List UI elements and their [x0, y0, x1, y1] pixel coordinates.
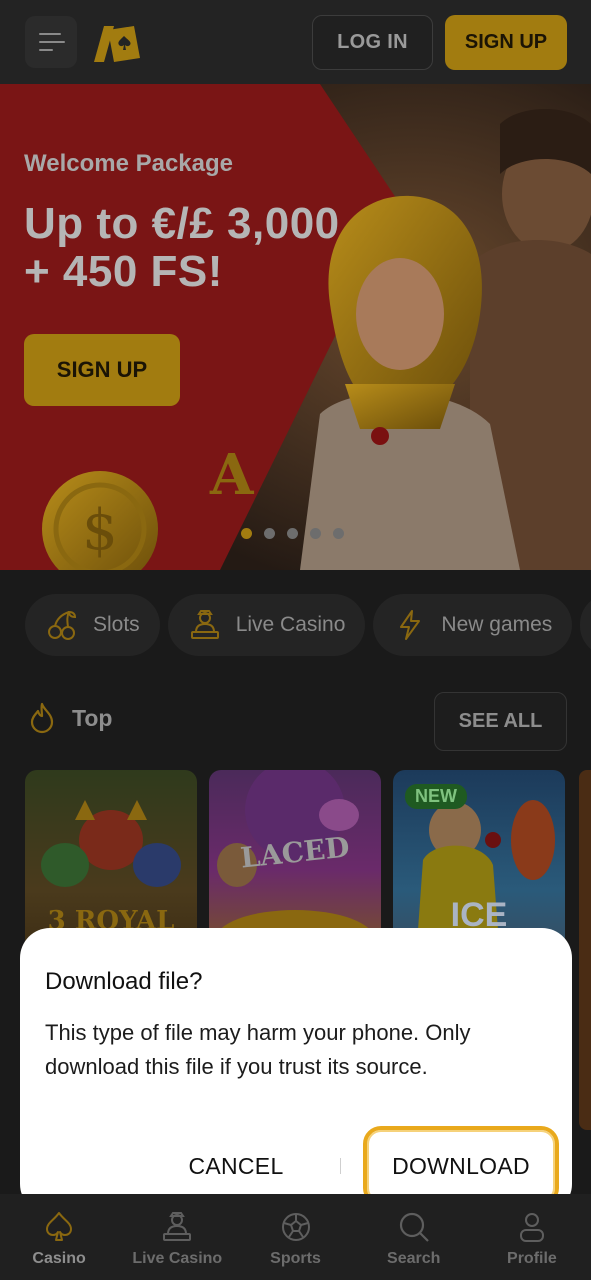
nav-profile[interactable]: Profile	[473, 1194, 591, 1280]
hero-signup-button[interactable]: SIGN UP	[24, 334, 180, 406]
app-root: LOG IN SIGN UP $ A Welcome Package Up to…	[0, 0, 591, 1280]
search-icon	[399, 1212, 429, 1242]
nav-label: Sports	[270, 1250, 321, 1267]
flame-icon	[30, 702, 54, 734]
chip-slots[interactable]: Slots	[25, 594, 160, 656]
carousel-dot[interactable]	[333, 528, 344, 539]
nav-label: Profile	[507, 1250, 557, 1267]
nav-label: Search	[387, 1250, 441, 1267]
hero-banner[interactable]: $ A Welcome Package Up to €/£ 3,000 + 45…	[0, 84, 591, 570]
chip-label: Live Casino	[235, 613, 346, 636]
hero-title-line: + 450 FS!	[24, 247, 223, 296]
carousel-dots	[241, 528, 344, 539]
dealer-icon	[163, 1212, 192, 1241]
svg-text:$: $	[82, 498, 118, 563]
dealer-icon	[190, 610, 219, 639]
carousel-dot[interactable]	[241, 528, 252, 539]
nav-label: Live Casino	[132, 1250, 223, 1267]
nav-live-casino[interactable]: Live Casino	[118, 1194, 236, 1280]
svg-text:A: A	[209, 442, 255, 508]
new-badge: NEW	[405, 784, 467, 809]
button-divider	[340, 1158, 341, 1174]
chip-live-casino[interactable]: Live Casino	[167, 594, 366, 656]
category-chips: Slots Live Casino New games	[25, 594, 591, 656]
section-title-text: Top	[72, 704, 113, 731]
cherries-icon	[48, 610, 77, 640]
soccer-ball-icon	[281, 1213, 310, 1241]
hero-subtitle: Welcome Package	[24, 150, 234, 177]
menu-line	[39, 33, 61, 35]
game-card-partial[interactable]	[579, 770, 591, 1130]
menu-line	[39, 49, 53, 51]
bottom-nav: Casino Live Casino Sports Search Profile	[0, 1194, 591, 1280]
spade-icon	[46, 1212, 73, 1241]
lightning-icon	[400, 610, 421, 640]
nav-search[interactable]: Search	[355, 1194, 473, 1280]
chip-more[interactable]	[580, 594, 591, 656]
hero-title-line: Up to €/£ 3,000	[24, 199, 340, 248]
login-button[interactable]: LOG IN	[312, 15, 433, 70]
menu-button[interactable]	[25, 16, 77, 68]
menu-line	[39, 41, 65, 43]
brand-logo-icon[interactable]	[90, 22, 142, 66]
chip-label: Slots	[93, 613, 140, 636]
carousel-dot[interactable]	[310, 528, 321, 539]
carousel-dot[interactable]	[264, 528, 275, 539]
see-all-button[interactable]: SEE ALL	[434, 692, 567, 751]
nav-casino[interactable]: Casino	[0, 1194, 118, 1280]
carousel-dot[interactable]	[287, 528, 298, 539]
hero-title: Up to €/£ 3,000 + 450 FS!	[24, 200, 340, 296]
cancel-button[interactable]: CANCEL	[165, 1136, 307, 1196]
chip-new-games[interactable]: New games	[373, 594, 573, 656]
top-header: LOG IN SIGN UP	[0, 0, 591, 84]
signup-button-header[interactable]: SIGN UP	[445, 15, 567, 70]
download-dialog: Download file? This type of file may har…	[20, 928, 572, 1214]
nav-sports[interactable]: Sports	[236, 1194, 354, 1280]
dialog-message: This type of file may harm your phone. O…	[45, 1020, 471, 1079]
profile-icon	[519, 1213, 544, 1242]
nav-label: Casino	[32, 1250, 86, 1267]
dialog-title: Download file?	[45, 968, 203, 995]
chip-label: New games	[441, 613, 553, 636]
section-title-top: Top	[28, 702, 112, 734]
